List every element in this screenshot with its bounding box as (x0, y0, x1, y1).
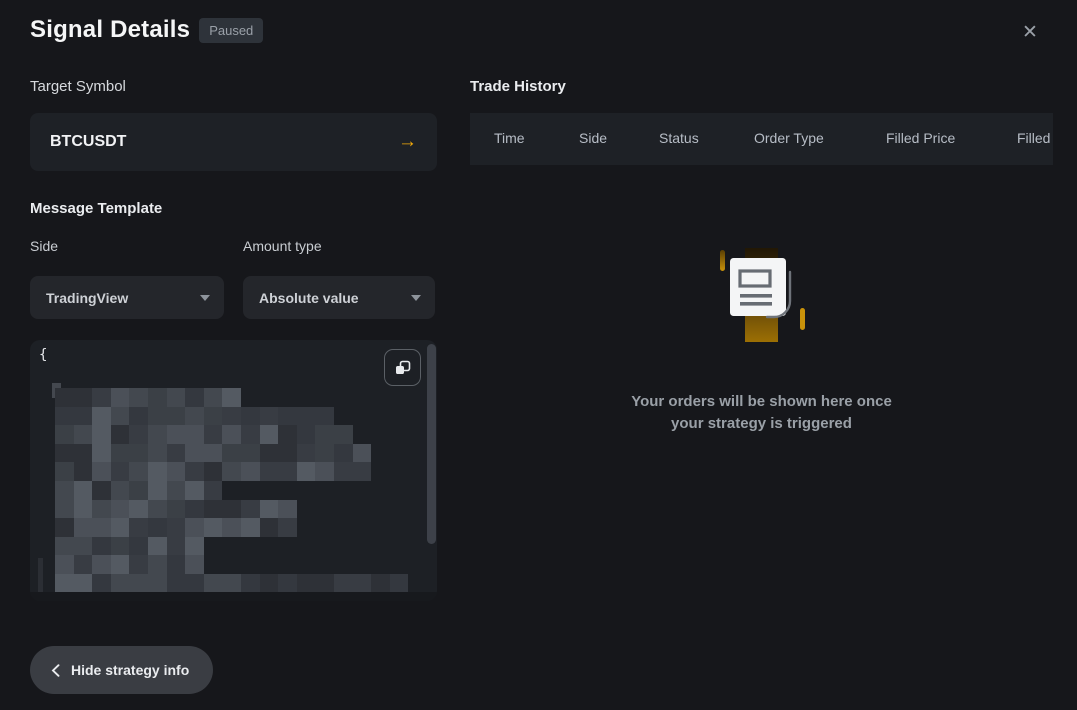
amount-type-label: Amount type (243, 238, 322, 254)
signal-details-modal: Signal Details Paused ✕ Target Symbol BT… (0, 0, 1077, 710)
column-header-filled-price: Filled Price (886, 130, 955, 146)
amount-type-dropdown[interactable]: Absolute value (243, 276, 435, 319)
amount-type-dropdown-value: Absolute value (259, 290, 359, 306)
redacted-code-content (55, 388, 408, 593)
column-header-time: Time (494, 130, 525, 146)
copy-icon (393, 358, 412, 377)
empty-orders-icon (701, 245, 821, 355)
empty-state-line1: Your orders will be shown here once (470, 391, 1053, 413)
strategy-info-panel: Target Symbol BTCUSDT → Message Template… (30, 78, 437, 95)
hide-strategy-info-button[interactable]: Hide strategy info (30, 646, 213, 694)
amber-dash-left (720, 250, 725, 271)
code-scrollbar-thumb[interactable] (427, 344, 436, 544)
column-header-filled: Filled (1017, 130, 1050, 146)
hide-strategy-info-label: Hide strategy info (71, 662, 189, 678)
copy-button[interactable] (384, 349, 421, 386)
close-icon[interactable]: ✕ (1018, 20, 1042, 44)
side-dropdown-value: TradingView (46, 290, 128, 306)
empty-state-line2: your strategy is triggered (470, 413, 1053, 435)
chevron-left-icon (51, 664, 60, 677)
target-symbol-label: Target Symbol (30, 78, 437, 95)
message-template-code-block: { (30, 340, 437, 601)
side-dropdown[interactable]: TradingView (30, 276, 224, 319)
amber-dash-right (800, 308, 805, 330)
message-template-title: Message Template (30, 200, 162, 217)
trade-history-header-row: Time Side Status Order Type Filled Price… (470, 113, 1053, 165)
paper-text-line (740, 294, 772, 298)
arrow-right-icon[interactable]: → (398, 131, 417, 153)
trade-history-title: Trade History (470, 78, 566, 95)
page-title: Signal Details (30, 16, 190, 44)
chevron-down-icon (411, 295, 421, 301)
column-header-status: Status (659, 130, 699, 146)
side-label: Side (30, 238, 58, 254)
paper-text-line (740, 302, 772, 306)
code-hscrollbar-track (30, 592, 437, 601)
target-symbol-field[interactable]: BTCUSDT → (30, 113, 437, 171)
target-symbol-value: BTCUSDT (50, 133, 126, 151)
column-header-order-type: Order Type (754, 130, 824, 146)
chevron-down-icon (200, 295, 210, 301)
modal-header: Signal Details Paused (30, 16, 263, 44)
empty-state-text: Your orders will be shown here once your… (470, 391, 1053, 435)
code-open-brace: { (39, 347, 47, 363)
status-badge: Paused (199, 18, 263, 43)
column-header-side: Side (579, 130, 607, 146)
